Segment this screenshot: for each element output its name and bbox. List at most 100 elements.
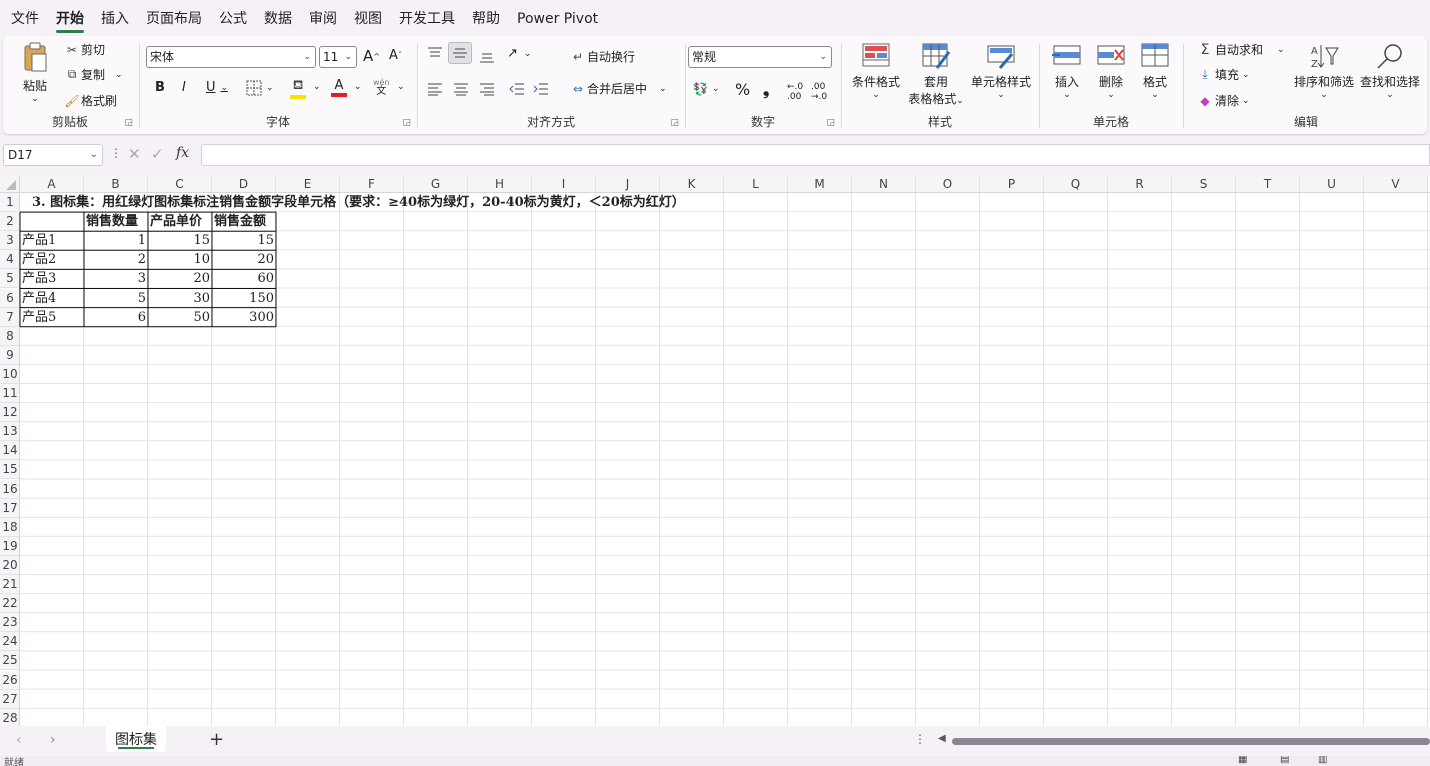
table-header-cell[interactable]: 销售数量	[84, 212, 148, 231]
shrink-font-button[interactable]: Aˇ	[389, 48, 402, 63]
autosum-button[interactable]: Σ 自动求和 ⌄	[1195, 41, 1285, 58]
table-cell[interactable]: 30	[148, 289, 212, 308]
dialog-launcher-icon[interactable]: ◲	[402, 118, 411, 128]
align-top-button[interactable]	[427, 46, 443, 60]
number-format-select[interactable]: 常规 ⌄	[688, 46, 832, 68]
worksheet-grid[interactable]: ABCDEFGHIJKLMNOPQRSTUV 1 2 3 4 5 6 7 8 9 10 11 12 13…	[0, 176, 1430, 726]
add-sheet-button[interactable]: +	[209, 729, 224, 750]
percent-button[interactable]: %	[735, 80, 750, 99]
table-cell[interactable]: 60	[212, 269, 276, 288]
dialog-launcher-icon[interactable]: ◲	[670, 118, 679, 128]
menu-item[interactable]: 审阅	[309, 0, 337, 36]
table-cell[interactable]: 2	[84, 250, 148, 269]
menu-item[interactable]: 公式	[219, 0, 247, 36]
table-cell[interactable]: 10	[148, 250, 212, 269]
font-name-select[interactable]: 宋体 ⌄	[146, 46, 316, 68]
table-cell[interactable]: 50	[148, 308, 212, 327]
comma-style-button[interactable]: ❟	[763, 80, 769, 100]
format-cells-button[interactable]: 格式 ⌄	[1137, 42, 1173, 100]
clear-button[interactable]: ◆ 清除 ⌄	[1195, 92, 1249, 109]
format-painter-button[interactable]: 🖌 格式刷	[63, 92, 117, 109]
table-header-cell[interactable]	[20, 212, 84, 231]
sheet-title-cell[interactable]: 3. 图标集：用红绿灯图标集标注销售金额字段单元格（要求：≥40标为绿灯，20-…	[20, 193, 687, 212]
page-break-icon[interactable]: ▥	[1318, 756, 1327, 765]
table-cell[interactable]: 15	[212, 231, 276, 250]
align-left-button[interactable]	[427, 82, 443, 96]
cut-button[interactable]: ✂ 剪切	[63, 41, 105, 58]
align-center-button[interactable]	[453, 82, 469, 96]
sort-filter-button[interactable]: AZ 排序和筛选 ⌄	[1291, 42, 1357, 100]
decrease-decimal-button[interactable]: .00 →.0	[811, 82, 827, 102]
menu-item[interactable]: 插入	[101, 0, 129, 36]
fill-button[interactable]: ⤓ 填充 ⌄	[1195, 66, 1249, 83]
insert-function-icon[interactable]: fx	[176, 145, 189, 161]
increase-decimal-button[interactable]: ←.0.00	[787, 82, 803, 102]
more-options-icon[interactable]: ⋮	[110, 146, 122, 160]
font-size-select[interactable]: 11 ⌄	[319, 46, 357, 68]
horizontal-scrollbar[interactable]	[952, 738, 1430, 745]
cancel-icon[interactable]: ✕	[128, 145, 141, 163]
format-as-table-button[interactable]: 套用 表格格式⌄	[905, 42, 967, 107]
chevron-left-icon[interactable]: ‹	[16, 732, 22, 748]
delete-cells-button[interactable]: 删除 ⌄	[1093, 42, 1129, 100]
find-select-button[interactable]: 查找和选择 ⌄	[1357, 42, 1423, 100]
table-cell[interactable]: 产品2	[20, 250, 84, 269]
scroll-left-icon[interactable]: ◀	[938, 733, 946, 744]
dialog-launcher-icon[interactable]: ◲	[124, 118, 133, 128]
bold-button[interactable]: B	[155, 80, 165, 95]
menu-item[interactable]: 视图	[354, 0, 382, 36]
increase-indent-button[interactable]	[533, 82, 549, 96]
underline-button[interactable]: U ⌄	[206, 80, 228, 95]
menu-item[interactable]: 帮助	[472, 0, 500, 36]
chevron-right-icon[interactable]: ›	[50, 732, 56, 748]
conditional-formatting-button[interactable]: 条件格式 ⌄	[847, 42, 905, 100]
merge-center-button[interactable]: ⇔ 合并后居中 ⌄	[569, 80, 667, 97]
table-cell[interactable]: 5	[84, 289, 148, 308]
name-box[interactable]: D17 ⌄	[3, 144, 103, 166]
phonetic-button[interactable]: wén 文	[373, 78, 390, 97]
formula-input[interactable]	[201, 144, 1430, 166]
table-cell[interactable]: 300	[212, 308, 276, 327]
orientation-button[interactable]: ↗ ⌄	[507, 46, 531, 61]
borders-button[interactable]: ⌄	[246, 80, 274, 96]
align-bottom-button[interactable]	[479, 50, 495, 64]
accounting-format-button[interactable]: 💱 ⌄	[693, 82, 720, 96]
menu-item[interactable]: Power Pivot	[517, 0, 598, 36]
table-cell[interactable]: 20	[212, 250, 276, 269]
italic-button[interactable]: I	[182, 80, 186, 95]
sheet-tab-active[interactable]: 图标集	[106, 726, 166, 752]
dialog-launcher-icon[interactable]: ◲	[826, 118, 835, 128]
wrap-text-button[interactable]: ↵ 自动换行	[569, 48, 635, 65]
font-color-button[interactable]: A	[331, 78, 347, 97]
cell-styles-button[interactable]: 单元格样式 ⌄	[967, 42, 1035, 100]
table-cell[interactable]: 产品5	[20, 308, 84, 327]
table-cell[interactable]: 20	[148, 269, 212, 288]
table-header-cell[interactable]: 销售金额	[212, 212, 276, 231]
table-cell[interactable]: 产品1	[20, 231, 84, 250]
table-cell[interactable]: 150	[212, 289, 276, 308]
paste-button[interactable]: 粘贴 ⌄	[17, 42, 53, 104]
table-cell[interactable]: 15	[148, 231, 212, 250]
align-right-button[interactable]	[479, 82, 495, 96]
table-cell[interactable]: 1	[84, 231, 148, 250]
align-middle-button[interactable]	[448, 42, 472, 64]
menu-item[interactable]: 页面布局	[146, 0, 202, 36]
menu-item[interactable]: 开始	[56, 0, 84, 36]
copy-button[interactable]: ⧉ 复制 ⌄	[63, 66, 123, 83]
table-cell[interactable]: 产品3	[20, 269, 84, 288]
table-cell[interactable]: 6	[84, 308, 148, 327]
decrease-indent-button[interactable]	[509, 82, 525, 96]
check-icon[interactable]: ✓	[151, 145, 164, 163]
menu-item[interactable]: 开发工具	[399, 0, 455, 36]
menu-item[interactable]: 数据	[264, 0, 292, 36]
insert-cells-button[interactable]: 插入 ⌄	[1049, 42, 1085, 100]
more-options-icon[interactable]: ⋮	[914, 732, 926, 746]
table-header-cell[interactable]: 产品单价	[148, 212, 212, 231]
fill-color-button[interactable]: ⛾	[290, 78, 306, 99]
normal-view-icon[interactable]: ▦	[1238, 756, 1247, 765]
table-cell[interactable]: 产品4	[20, 289, 84, 308]
grow-font-button[interactable]: A ^	[363, 47, 380, 65]
table-cell[interactable]: 3	[84, 269, 148, 288]
page-layout-icon[interactable]: ▤	[1280, 756, 1289, 765]
menu-item[interactable]: 文件	[11, 0, 39, 36]
